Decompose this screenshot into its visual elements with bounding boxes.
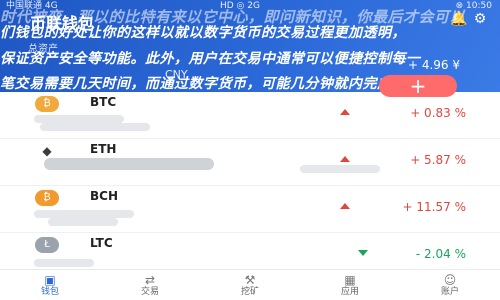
trade-icon: ⇄: [144, 273, 156, 287]
coin-list: ₿ BTC + 0.83 % ◆ ETH + 5.87 % ₿ BCH + 11…: [0, 92, 500, 280]
settings-icon[interactable]: ⚙: [472, 11, 488, 27]
bch-icon: ₿: [35, 190, 59, 206]
coin-change: + 0.83 %: [410, 106, 466, 120]
account-icon: ☺: [443, 273, 457, 287]
tab-label: 挖矿: [240, 287, 259, 297]
overlay-text-line: 笔交易需要几天时间，而通过数字货币，可能几分钟就内完成。: [0, 76, 406, 92]
trend-up-icon: [340, 203, 350, 209]
tab-account[interactable]: ☺ 账户: [420, 270, 480, 300]
coin-symbol: LTC: [90, 236, 113, 250]
tab-label: 钱包: [40, 287, 59, 297]
value-placeholder: [300, 165, 380, 173]
tab-wallet[interactable]: ▣ 钱包: [20, 270, 80, 300]
tab-label: 交易: [140, 287, 159, 297]
balance-placeholder: [44, 158, 214, 170]
coin-row-bch[interactable]: ₿ BCH + 11.57 %: [0, 186, 500, 233]
coin-symbol: BTC: [90, 95, 117, 109]
coin-change: - 2.04 %: [415, 247, 466, 261]
coin-change: + 5.87 %: [410, 153, 466, 167]
balance-placeholder: [34, 115, 124, 123]
btc-icon: ₿: [35, 96, 59, 112]
tab-mining[interactable]: ⚒ 挖矿: [220, 270, 280, 300]
coin-symbol: ETH: [90, 142, 117, 156]
tab-apps[interactable]: ▦ 应用: [320, 270, 380, 300]
tab-label: 账户: [440, 287, 459, 297]
trend-down-icon: [358, 250, 368, 256]
coin-row-btc[interactable]: ₿ BTC + 0.83 %: [0, 92, 500, 139]
add-asset-button[interactable]: +: [379, 75, 457, 97]
balance-placeholder: [34, 210, 134, 218]
balance-placeholder: [34, 259, 94, 267]
trend-up-icon: [340, 109, 350, 115]
ltc-icon: Ł: [35, 237, 59, 253]
coin-change: + 11.57 %: [402, 200, 466, 214]
wallet-icon: ▣: [44, 273, 56, 287]
bottom-tab-bar: ▣ 钱包 ⇄ 交易 ⚒ 挖矿 ▦ 应用 ☺ 账户: [0, 269, 500, 300]
overlay-text-line: 们钱包的好处让你的这样以就以数字货币的交易过程更加透明，: [0, 25, 406, 41]
trend-up-icon: [340, 156, 350, 162]
mining-icon: ⚒: [244, 273, 256, 287]
tab-trade[interactable]: ⇄ 交易: [120, 270, 180, 300]
value-placeholder: [40, 123, 150, 131]
apps-icon: ▦: [344, 273, 356, 287]
overlay-text-line: 保证资产安全等功能。此外，用户在交易中通常可以便捷控制每一: [0, 51, 421, 67]
coin-row-eth[interactable]: ◆ ETH + 5.87 %: [0, 139, 500, 186]
tab-label: 应用: [340, 287, 359, 297]
value-placeholder: [48, 218, 118, 226]
eth-icon: ◆: [35, 143, 59, 159]
coin-symbol: BCH: [90, 189, 118, 203]
